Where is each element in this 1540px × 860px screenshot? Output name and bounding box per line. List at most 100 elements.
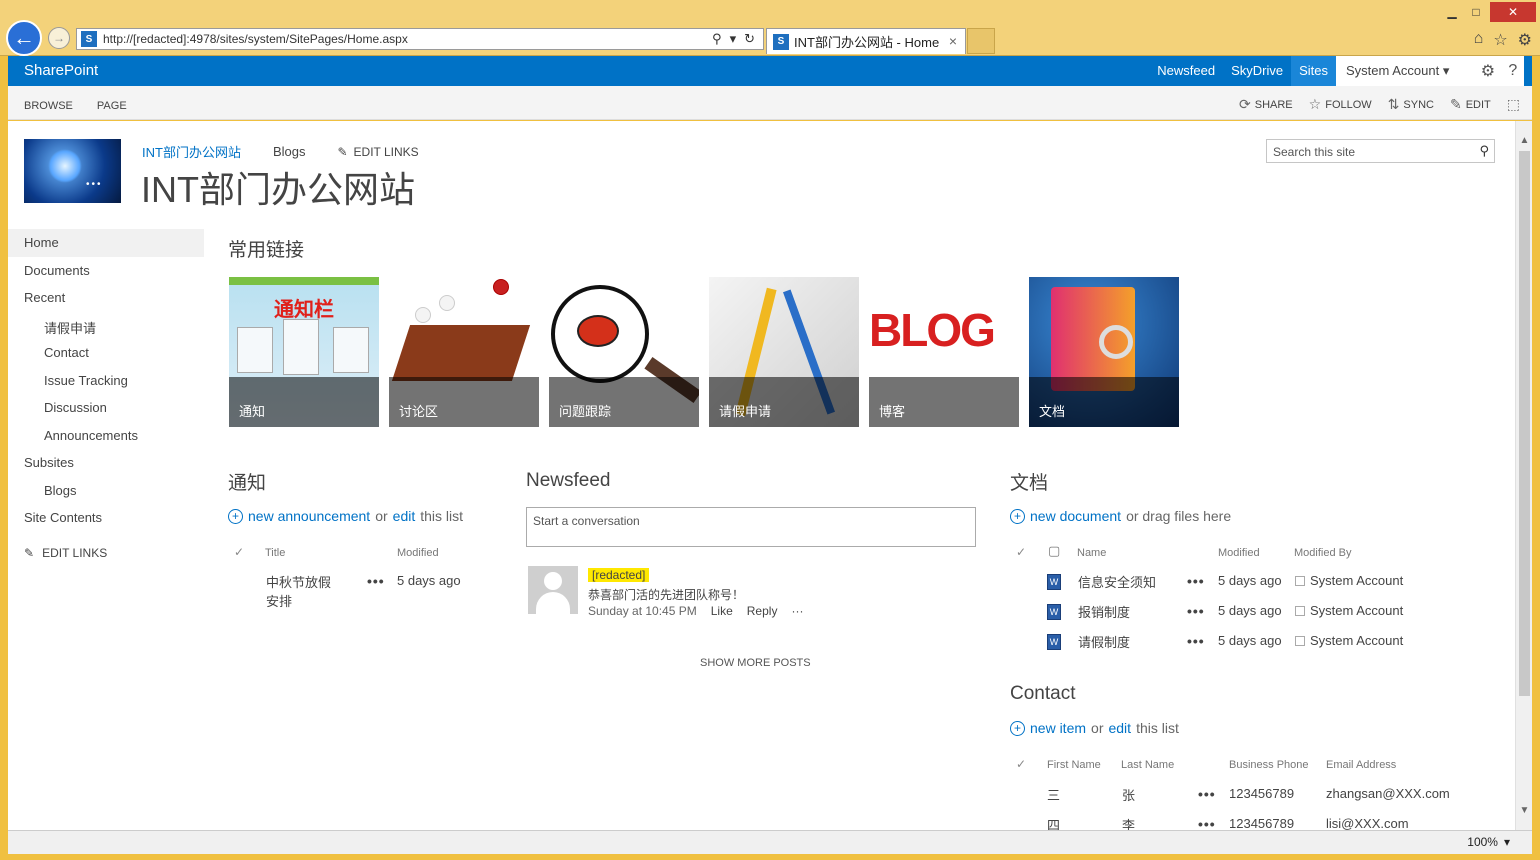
ql-item-issue-tracking[interactable]: Issue Tracking (8, 367, 204, 395)
tab-browse[interactable]: BROWSE (24, 100, 73, 112)
new-item-link[interactable]: new item (1030, 720, 1086, 736)
maximize-button[interactable]: □ (1464, 2, 1488, 22)
search-icon[interactable]: ⚲ (1479, 143, 1489, 159)
sharepoint-brand[interactable]: SharePoint (24, 62, 98, 79)
help-icon[interactable]: ? (1508, 62, 1517, 80)
item-menu-icon[interactable]: ••• (1187, 603, 1205, 619)
scroll-down-icon[interactable]: ▼ (1516, 805, 1532, 816)
ql-edit-links[interactable]: ✎ EDIT LINKS (8, 532, 204, 574)
post-author[interactable]: [redacted] (588, 568, 650, 582)
suite-link-sites[interactable]: Sites (1291, 56, 1336, 86)
reply-link[interactable]: Reply (747, 604, 778, 618)
browser-tab[interactable]: S INT部门办公网站 - Home × (766, 28, 966, 54)
share-button[interactable]: ⟳ SHARE (1239, 96, 1293, 113)
new-document-link[interactable]: new document (1030, 508, 1121, 524)
add-icon[interactable]: + (228, 508, 243, 524)
tab-close-icon[interactable]: × (949, 33, 957, 49)
focus-content-icon[interactable]: ⬚ (1507, 96, 1520, 113)
tab-page[interactable]: PAGE (97, 100, 127, 112)
column-header-last-name[interactable]: Last Name (1121, 759, 1174, 771)
zoom-dropdown-icon[interactable]: ▾ (1504, 835, 1510, 849)
account-menu[interactable]: System Account ▾ (1336, 56, 1486, 86)
sync-button[interactable]: ⇅ SYNC (1388, 96, 1434, 113)
home-icon[interactable]: ⌂ (1474, 30, 1484, 50)
settings-gear-icon[interactable]: ⚙ (1481, 61, 1495, 81)
address-search-icon[interactable]: ⚲ (712, 31, 722, 47)
select-all-check-icon[interactable]: ✓ (1016, 757, 1026, 771)
ql-item-home[interactable]: Home (8, 229, 204, 257)
document-name-link[interactable]: 请假制度 (1078, 632, 1130, 651)
tile-documents[interactable]: 文档 (1029, 277, 1179, 427)
forward-button[interactable]: → (48, 27, 70, 49)
contact-email-link[interactable]: zhangsan@XXX.com (1326, 786, 1450, 801)
address-url[interactable]: http://[redacted]:4978/sites/system/Site… (103, 32, 712, 46)
tile-notice[interactable]: 通知栏 通知 (229, 277, 379, 427)
column-header-email[interactable]: Email Address (1326, 759, 1396, 771)
ql-item-contact[interactable]: Contact (8, 339, 204, 367)
ql-item-documents[interactable]: Documents (8, 257, 204, 285)
tile-discussion[interactable]: 讨论区 (389, 277, 539, 427)
edit-list-link[interactable]: edit (393, 508, 416, 524)
column-header-modified[interactable]: Modified (397, 547, 439, 559)
follow-button[interactable]: ☆ FOLLOW (1309, 96, 1372, 113)
close-window-button[interactable]: ✕ (1490, 2, 1536, 22)
document-modified-by[interactable]: System Account (1310, 573, 1403, 588)
item-menu-icon[interactable]: ••• (1198, 816, 1216, 830)
edit-list-link[interactable]: edit (1108, 720, 1131, 736)
suite-link-skydrive[interactable]: SkyDrive (1223, 56, 1291, 86)
ql-item-site-contents[interactable]: Site Contents (8, 504, 204, 532)
document-modified-by[interactable]: System Account (1310, 633, 1403, 648)
ql-item-subsites[interactable]: Subsites (8, 449, 204, 477)
refresh-icon[interactable]: ↻ (744, 31, 755, 47)
address-bar[interactable]: S http://[redacted]:4978/sites/system/Si… (76, 28, 764, 50)
show-more-posts-link[interactable]: SHOW MORE POSTS (700, 657, 811, 669)
address-dropdown-icon[interactable]: ▾ (730, 31, 737, 47)
post-more-icon[interactable]: ··· (791, 604, 803, 618)
start-conversation-input[interactable]: Start a conversation (526, 507, 976, 547)
topnav-blogs-link[interactable]: Blogs (273, 144, 306, 159)
item-menu-icon[interactable]: ••• (1187, 573, 1205, 589)
browser-settings-icon[interactable]: ⚙ (1518, 30, 1532, 50)
select-all-check-icon[interactable]: ✓ (234, 545, 244, 559)
column-header-title[interactable]: Title (265, 547, 285, 559)
ql-item-leave-request[interactable]: 请假申请 (8, 312, 204, 340)
column-header-first-name[interactable]: First Name (1047, 759, 1101, 771)
like-link[interactable]: Like (711, 604, 733, 618)
add-icon[interactable]: + (1010, 508, 1025, 524)
contact-first-name[interactable]: 三 (1047, 785, 1060, 804)
back-button[interactable]: ← (6, 20, 42, 56)
document-name-link[interactable]: 报销制度 (1078, 602, 1130, 621)
vertical-scrollbar[interactable]: ▲ ▼ (1515, 121, 1532, 830)
column-header-name[interactable]: Name (1077, 547, 1106, 559)
minimize-button[interactable]: ▁ (1440, 2, 1464, 22)
add-icon[interactable]: + (1010, 720, 1025, 736)
tile-leave-request[interactable]: 请假申请 (709, 277, 859, 427)
ql-item-blogs[interactable]: Blogs (8, 477, 204, 505)
column-header-modified-by[interactable]: Modified By (1294, 547, 1351, 559)
announcement-title-link[interactable]: 中秋节放假安排 (266, 572, 338, 610)
ql-item-discussion[interactable]: Discussion (8, 394, 204, 422)
item-menu-icon[interactable]: ••• (367, 573, 385, 589)
contact-first-name[interactable]: 四 (1047, 815, 1060, 830)
avatar[interactable] (528, 566, 578, 614)
column-header-modified[interactable]: Modified (1218, 547, 1260, 559)
ql-item-recent[interactable]: Recent (8, 284, 204, 312)
tile-blog[interactable]: BLOG 博客 (869, 277, 1019, 427)
suite-link-newsfeed[interactable]: Newsfeed (1149, 56, 1223, 86)
contact-email-link[interactable]: lisi@XXX.com (1326, 816, 1409, 830)
favorites-icon[interactable]: ☆ (1493, 30, 1507, 50)
column-header-business-phone[interactable]: Business Phone (1229, 759, 1309, 771)
topnav-site-link[interactable]: INT部门办公网站 (142, 142, 241, 161)
select-all-check-icon[interactable]: ✓ (1016, 545, 1026, 559)
ql-item-announcements[interactable]: Announcements (8, 422, 204, 450)
site-logo[interactable]: ••• (24, 139, 121, 203)
scroll-up-icon[interactable]: ▲ (1516, 135, 1532, 146)
zoom-control[interactable]: 100% ▾ (1467, 835, 1510, 849)
item-menu-icon[interactable]: ••• (1187, 633, 1205, 649)
new-announcement-link[interactable]: new announcement (248, 508, 370, 524)
topnav-edit-links[interactable]: ✎ EDIT LINKS (337, 145, 418, 159)
document-name-link[interactable]: 信息安全须知 (1078, 572, 1156, 591)
document-modified-by[interactable]: System Account (1310, 603, 1403, 618)
scrollbar-thumb[interactable] (1519, 151, 1530, 696)
post-time[interactable]: Sunday at 10:45 PM (588, 604, 697, 618)
